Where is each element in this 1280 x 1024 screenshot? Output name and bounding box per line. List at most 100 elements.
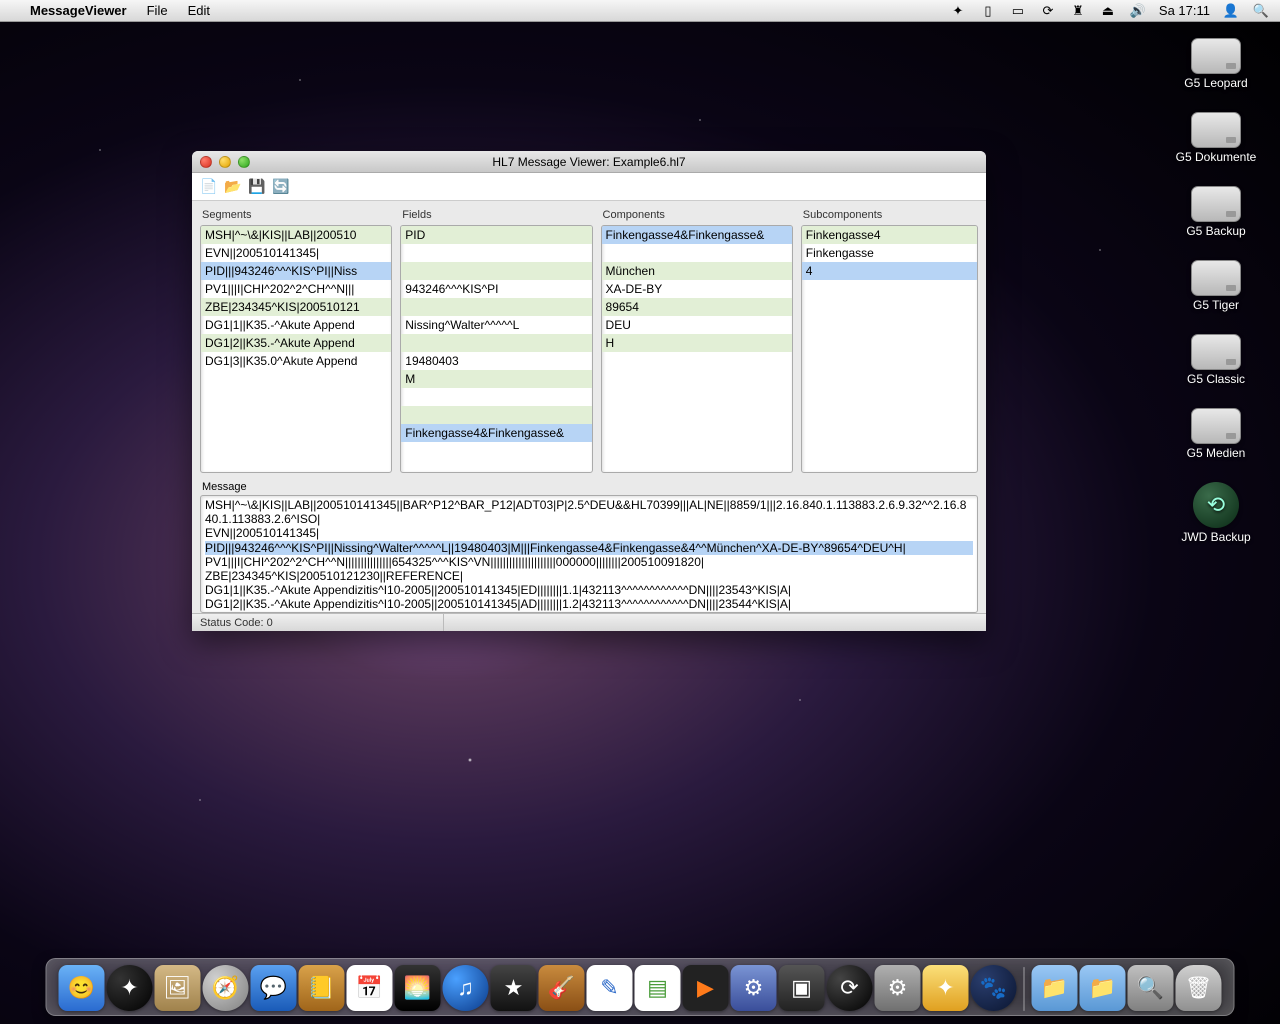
timemachine-icon[interactable]: ⟳ — [1039, 3, 1057, 19]
dock-timemachine[interactable]: ⟳ — [827, 965, 873, 1011]
volume-g5-dokumente[interactable]: G5 Dokumente — [1166, 112, 1266, 164]
dock-app[interactable]: 🐾 — [971, 965, 1017, 1011]
harddisk-icon — [1191, 408, 1241, 444]
minimize-button[interactable] — [219, 156, 231, 168]
list-row[interactable] — [401, 244, 591, 262]
refresh-icon[interactable]: 🔄 — [272, 178, 290, 196]
dock-folder[interactable]: 📁 — [1080, 965, 1126, 1011]
list-row[interactable]: DG1|1||K35.-^Akute Append — [201, 316, 391, 334]
zoom-button[interactable] — [238, 156, 250, 168]
open-folder-icon[interactable]: 📂 — [224, 178, 242, 196]
dock-stack[interactable]: 🔍 — [1128, 965, 1174, 1011]
volume-g5-classic[interactable]: G5 Classic — [1166, 334, 1266, 386]
list-row[interactable] — [401, 298, 591, 316]
list-row[interactable]: Nissing^Walter^^^^^L — [401, 316, 591, 334]
dock-app[interactable]: ⚙ — [731, 965, 777, 1011]
volume-g5-medien[interactable]: G5 Medien — [1166, 408, 1266, 460]
display-icon[interactable]: ▭ — [1009, 3, 1027, 19]
dock-imovie[interactable]: ★ — [491, 965, 537, 1011]
volume-icon[interactable]: 🔊 — [1129, 3, 1147, 19]
clock[interactable]: Sa 17:11 — [1159, 3, 1210, 18]
list-row[interactable]: DEU — [602, 316, 792, 334]
dock-keynote[interactable]: ▶ — [683, 965, 729, 1011]
list-row[interactable]: ZBE|234345^KIS|200510121 — [201, 298, 391, 316]
eject-icon[interactable]: ⏏ — [1099, 3, 1117, 19]
dock-preview[interactable]: 🖼 — [155, 965, 201, 1011]
volume-g5-backup[interactable]: G5 Backup — [1166, 186, 1266, 238]
list-row[interactable]: EVN||200510141345| — [201, 244, 391, 262]
dock-dashboard[interactable]: ✦ — [107, 965, 153, 1011]
message-textarea[interactable]: MSH|^~\&|KIS||LAB||200510141345||BAR^P12… — [200, 495, 978, 613]
close-button[interactable] — [200, 156, 212, 168]
dock-finder[interactable]: 😊 — [59, 965, 105, 1011]
volume-label: G5 Tiger — [1193, 298, 1239, 312]
dock-systemprefs[interactable]: ⚙ — [875, 965, 921, 1011]
list-row[interactable]: DG1|3||K35.0^Akute Append — [201, 352, 391, 370]
list-row[interactable]: M — [401, 370, 591, 388]
volume-label: G5 Medien — [1187, 446, 1246, 460]
list-row[interactable]: 19480403 — [401, 352, 591, 370]
list-row[interactable]: PID|||943246^^^KIS^PI||Niss — [201, 262, 391, 280]
message-line[interactable]: PV1|||I|CHI^202^2^CH^^N|||||||||||||||65… — [205, 555, 973, 569]
save-icon[interactable]: 💾 — [248, 178, 266, 196]
spotlight-icon[interactable]: 🔍 — [1252, 3, 1270, 19]
dock-safari[interactable]: 🧭 — [203, 965, 249, 1011]
dock-app[interactable]: ✦ — [923, 965, 969, 1011]
subcomponents-listbox[interactable]: Finkengasse4Finkengasse4 — [801, 225, 978, 473]
titlebar[interactable]: HL7 Message Viewer: Example6.hl7 — [192, 151, 986, 173]
volume-g5-tiger[interactable]: G5 Tiger — [1166, 260, 1266, 312]
list-row[interactable]: Finkengasse — [802, 244, 977, 262]
dock-garageband[interactable]: 🎸 — [539, 965, 585, 1011]
list-row[interactable] — [401, 262, 591, 280]
menulet-icon[interactable]: ✦ — [949, 3, 967, 19]
status-text: Status Code: 0 — [200, 617, 273, 629]
dock-app[interactable]: ▣ — [779, 965, 825, 1011]
fields-listbox[interactable]: PID 943246^^^KIS^PI Nissing^Walter^^^^^L 19… — [400, 225, 592, 473]
user-icon[interactable]: 👤 — [1222, 3, 1240, 19]
list-row[interactable]: PID — [401, 226, 591, 244]
menu-file[interactable]: File — [147, 3, 168, 18]
dock-ichat[interactable]: 💬 — [251, 965, 297, 1011]
menubar: MessageViewer File Edit ✦ ▯ ▭ ⟳ ♜ ⏏ 🔊 Sa… — [0, 0, 1280, 22]
dock-ical[interactable]: 📅 — [347, 965, 393, 1011]
message-line[interactable]: ZBE|234345^KIS|200510121230||REFERENCE| — [205, 569, 973, 583]
list-row[interactable]: DG1|2||K35.-^Akute Append — [201, 334, 391, 352]
list-row[interactable]: 943246^^^KIS^PI — [401, 280, 591, 298]
list-row[interactable]: MSH|^~\&|KIS||LAB||200510 — [201, 226, 391, 244]
volume-g5-leopard[interactable]: G5 Leopard — [1166, 38, 1266, 90]
menulet-icon[interactable]: ▯ — [979, 3, 997, 19]
app-window: HL7 Message Viewer: Example6.hl7 📄 📂 💾 🔄… — [192, 151, 986, 631]
volume-jwd-backup[interactable]: ⟲ JWD Backup — [1166, 482, 1266, 544]
components-listbox[interactable]: Finkengasse4&Finkengasse&MünchenXA-DE-BY… — [601, 225, 793, 473]
menulet-icon[interactable]: ♜ — [1069, 3, 1087, 19]
menu-edit[interactable]: Edit — [188, 3, 210, 18]
dock-numbers[interactable]: ▤ — [635, 965, 681, 1011]
new-document-icon[interactable]: 📄 — [200, 178, 218, 196]
list-row[interactable]: München — [602, 262, 792, 280]
list-row[interactable] — [401, 388, 591, 406]
message-line[interactable]: DG1|2||K35.-^Akute Appendizitis^I10-2005… — [205, 597, 973, 611]
list-row[interactable]: Finkengasse4 — [802, 226, 977, 244]
list-row[interactable]: 89654 — [602, 298, 792, 316]
message-line[interactable]: PID|||943246^^^KIS^PI||Nissing^Walter^^^… — [205, 541, 973, 555]
list-row[interactable]: XA-DE-BY — [602, 280, 792, 298]
list-row[interactable]: Finkengasse4&Finkengasse& — [401, 424, 591, 442]
list-row[interactable]: H — [602, 334, 792, 352]
message-line[interactable]: MSH|^~\&|KIS||LAB||200510141345||BAR^P12… — [205, 498, 973, 526]
dock-trash[interactable]: 🗑 — [1176, 965, 1222, 1011]
dock-iphoto[interactable]: 🌅 — [395, 965, 441, 1011]
dock-folder[interactable]: 📁 — [1032, 965, 1078, 1011]
list-row[interactable] — [401, 406, 591, 424]
list-row[interactable]: Finkengasse4&Finkengasse& — [602, 226, 792, 244]
app-name[interactable]: MessageViewer — [30, 3, 127, 18]
list-row[interactable] — [602, 244, 792, 262]
list-row[interactable] — [401, 334, 591, 352]
message-line[interactable]: EVN||200510141345| — [205, 526, 973, 540]
list-row[interactable]: PV1|||I|CHI^202^2^CH^^N||| — [201, 280, 391, 298]
dock-pages[interactable]: ✎ — [587, 965, 633, 1011]
message-line[interactable]: DG1|1||K35.-^Akute Appendizitis^I10-2005… — [205, 583, 973, 597]
segments-listbox[interactable]: MSH|^~\&|KIS||LAB||200510EVN||2005101413… — [200, 225, 392, 473]
list-row[interactable]: 4 — [802, 262, 977, 280]
dock-itunes[interactable]: ♫ — [443, 965, 489, 1011]
dock-addressbook[interactable]: 📒 — [299, 965, 345, 1011]
